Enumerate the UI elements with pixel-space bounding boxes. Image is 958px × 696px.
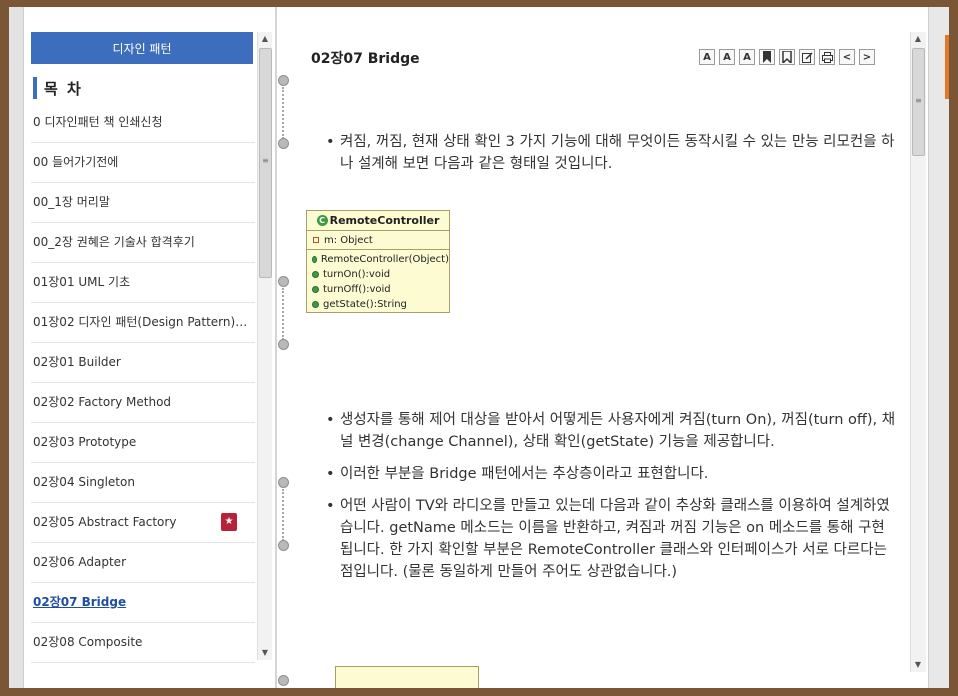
toc-item-bookmarked[interactable]: 02장05 Abstract Factory ★ [31, 503, 255, 543]
binding-ring-icon [278, 276, 289, 287]
content-scrollbar[interactable]: ▲ ≡ ▼ [910, 32, 926, 672]
paragraph-list-top: 켜짐, 꺼짐, 현재 상태 확인 3 가지 기능에 대해 무엇이든 동작시킬 수… [326, 131, 896, 185]
private-field-icon [313, 237, 319, 243]
page-title: 02장07 Bridge [311, 51, 420, 67]
toc-heading-label: 목 차 [44, 79, 83, 98]
paragraph: 이러한 부분을 Bridge 패턴에서는 추상층이라고 표현합니다. [326, 463, 896, 485]
scroll-down-arrow-icon[interactable]: ▼ [911, 658, 925, 672]
grip-icon: ≡ [262, 156, 269, 165]
toc-heading: 목 차 [33, 77, 83, 99]
binding-chain [282, 489, 284, 541]
toc-scroll-thumb[interactable]: ≡ [259, 48, 272, 278]
uml-method: getState():String [307, 297, 449, 312]
constructor-icon [312, 256, 317, 263]
page-content: 02장07 Bridge A A A < > 켜짐, 꺼짐, 현재 상태 확인 … [292, 7, 907, 688]
class-icon: C [316, 215, 328, 226]
uml-class-diagram-partial [335, 666, 479, 688]
book-title-header: 디자인 패턴 [31, 32, 253, 64]
next-page-icon[interactable]: > [859, 49, 875, 65]
toc-heading-marker [33, 77, 37, 99]
toc-item-active[interactable]: 02장07 Bridge [31, 583, 255, 623]
paragraph-list-bottom: 생성자를 통해 제어 대상을 받아서 어떻게든 사용자에게 켜짐(turn On… [326, 409, 896, 593]
uml-method: RemoteController(Object) [307, 252, 449, 267]
toc-list: 0 디자인패턴 책 인쇄신청 00 들어가기전에 00_1장 머리말 00_2장… [31, 103, 255, 663]
uml-class-diagram: C RemoteController m: Object RemoteContr… [306, 210, 450, 313]
toc-item[interactable]: 01장02 디자인 패턴(Design Pattern)의... [31, 303, 255, 343]
toc-item[interactable]: 02장03 Prototype [31, 423, 255, 463]
font-increase-icon[interactable]: A [699, 49, 715, 65]
reader-toolbar: A A A < > [699, 49, 875, 65]
toc-scrollbar[interactable]: ▲ ≡ ▼ [257, 32, 272, 660]
grip-icon: ≡ [915, 96, 922, 105]
uml-class-title: C RemoteController [307, 211, 449, 231]
uml-method: turnOn():void [307, 267, 449, 282]
binding-ring-icon [278, 540, 289, 551]
uml-attributes: m: Object [307, 231, 449, 250]
toc-panel: 디자인 패턴 목 차 0 디자인패턴 책 인쇄신청 00 들어가기전에 00_1… [25, 7, 274, 688]
binding-chain [282, 288, 284, 340]
binding-chain [282, 87, 284, 139]
binding-ring-icon [278, 75, 289, 86]
toc-item[interactable]: 02장04 Singleton [31, 463, 255, 503]
scroll-up-arrow-icon[interactable]: ▲ [911, 32, 925, 46]
right-frame-edge [928, 7, 949, 688]
toc-item[interactable]: 00_1장 머리말 [31, 183, 255, 223]
bookmark-list-icon[interactable] [779, 49, 795, 65]
memo-icon[interactable] [799, 49, 815, 65]
toc-item[interactable]: 02장06 Adapter [31, 543, 255, 583]
toc-item-label: 02장05 Abstract Factory [33, 515, 177, 529]
toc-item[interactable]: 01장01 UML 기초 [31, 263, 255, 303]
public-method-icon [312, 271, 319, 278]
public-method-icon [312, 301, 319, 308]
binding-ring-icon [278, 339, 289, 350]
binding-ring-icon [278, 477, 289, 488]
paragraph: 켜짐, 꺼짐, 현재 상태 확인 3 가지 기능에 대해 무엇이든 동작시킬 수… [326, 131, 896, 175]
scroll-up-arrow-icon[interactable]: ▲ [258, 32, 272, 46]
toc-item[interactable]: 02장01 Builder [31, 343, 255, 383]
prev-page-icon[interactable]: < [839, 49, 855, 65]
star-bookmark-icon[interactable]: ★ [221, 513, 237, 531]
print-icon[interactable] [819, 49, 835, 65]
uml-class-name: RemoteController [329, 214, 440, 227]
toc-item[interactable]: 00 들어가기전에 [31, 143, 255, 183]
scroll-down-arrow-icon[interactable]: ▼ [258, 646, 272, 660]
paragraph: 생성자를 통해 제어 대상을 받아서 어떻게든 사용자에게 켜짐(turn On… [326, 409, 896, 453]
font-reset-icon[interactable]: A [739, 49, 755, 65]
font-decrease-icon[interactable]: A [719, 49, 735, 65]
uml-methods: RemoteController(Object) turnOn():void t… [307, 250, 449, 312]
toc-item[interactable]: 02장08 Composite [31, 623, 255, 663]
public-method-icon [312, 286, 319, 293]
toc-item[interactable]: 00_2장 권혜은 기술사 합격후기 [31, 223, 255, 263]
toc-item[interactable]: 0 디자인패턴 책 인쇄신청 [31, 103, 255, 143]
left-frame-edge [9, 7, 24, 688]
binding-ring-icon [278, 138, 289, 149]
bookmark-icon[interactable] [759, 49, 775, 65]
toc-item[interactable]: 02장02 Factory Method [31, 383, 255, 423]
paragraph: 어떤 사람이 TV와 라디오를 만들고 있는데 다음과 같이 추상화 클래스를 … [326, 495, 896, 583]
book-spine [275, 7, 291, 688]
uml-attribute: m: Object [324, 234, 373, 246]
content-scroll-thumb[interactable]: ≡ [912, 48, 925, 156]
uml-method: turnOff():void [307, 282, 449, 297]
binding-ring-icon [278, 675, 289, 686]
